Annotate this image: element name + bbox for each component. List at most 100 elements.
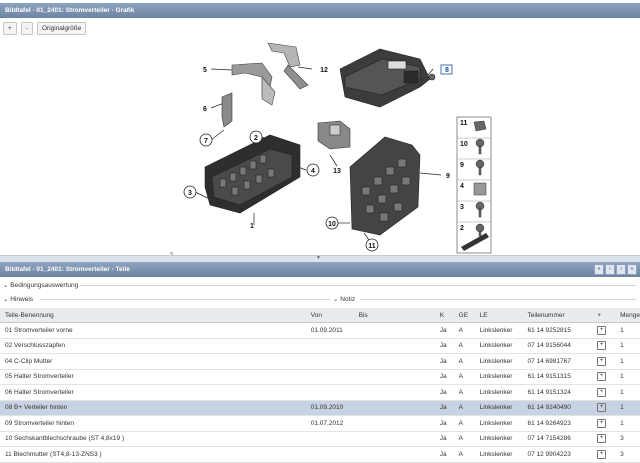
- col-add[interactable]: +: [592, 308, 616, 323]
- callout-4[interactable]: 4: [311, 168, 315, 175]
- cell-menge: 3: [615, 431, 640, 447]
- graphic-toolbar: + - Originalgröße: [3, 22, 87, 35]
- hint-toggle[interactable]: ⌄ Hinweis: [3, 295, 33, 303]
- cell-ge: A: [453, 338, 475, 354]
- cell-le: Linkslenker: [474, 415, 523, 432]
- callout-13[interactable]: 13: [333, 168, 341, 175]
- cell-nr: 61 14 9240490: [522, 400, 593, 416]
- cell-ge: A: [453, 353, 475, 370]
- cell-von: [305, 431, 354, 447]
- last-page-button[interactable]: »: [627, 264, 637, 275]
- cell-bis: [353, 415, 435, 432]
- condition-toggle[interactable]: ⌄ Bedingungsauswertung: [3, 281, 78, 289]
- parts-nav: « ‹ › »: [594, 264, 637, 275]
- callout-9[interactable]: 9: [446, 173, 450, 180]
- table-row[interactable]: 10 Sechskantblechschraube (ST 4,8x19 ) Ja…: [0, 431, 640, 447]
- add-to-cart-icon[interactable]: +: [597, 387, 607, 397]
- cell-bis: [353, 431, 435, 447]
- table-row[interactable]: 02 Verschlusszapfen Ja A Linkslenker 07 14 9…: [0, 338, 640, 354]
- zoom-out-button[interactable]: -: [20, 22, 33, 35]
- cell-name: 09 Stromverteiler hinten: [0, 415, 306, 432]
- add-to-cart-icon[interactable]: +: [597, 341, 607, 351]
- callout-5[interactable]: 5: [203, 67, 207, 74]
- cell-von: [305, 353, 354, 370]
- cell-ge: A: [453, 322, 475, 339]
- panel-splitter[interactable]: ▼: [0, 255, 640, 262]
- cell-k: Ja: [434, 415, 454, 432]
- callout-7[interactable]: 7: [204, 138, 208, 145]
- table-row[interactable]: 09 Stromverteiler hinten 01.07.2012 Ja A Lin…: [0, 415, 640, 432]
- col-von[interactable]: Von: [305, 308, 354, 323]
- legend-num-4: 4: [460, 183, 464, 190]
- cell-nr: 07 14 9156044: [522, 338, 593, 354]
- callout-2[interactable]: 2: [254, 135, 258, 142]
- cell-ge: A: [453, 431, 475, 447]
- callout-10[interactable]: 10: [328, 221, 336, 228]
- add-to-cart-icon[interactable]: +: [597, 356, 607, 366]
- cell-von: 01.09.2010: [305, 400, 354, 416]
- add-to-cart-icon[interactable]: +: [597, 403, 607, 413]
- clip-part-6: [221, 92, 233, 128]
- chevron-down-icon: ⌄: [3, 296, 9, 303]
- callout-12[interactable]: 12: [320, 67, 328, 74]
- table-row[interactable]: 04 C-Clip Mutter Ja A Linkslenker 07 14 6981…: [0, 353, 640, 370]
- next-page-button[interactable]: ›: [616, 264, 626, 275]
- cell-ge: A: [453, 384, 475, 401]
- original-size-button[interactable]: Originalgröße: [36, 22, 87, 35]
- cell-bis: [353, 384, 435, 401]
- add-to-cart-icon[interactable]: +: [597, 372, 607, 382]
- table-row[interactable]: 01 Stromverteiler vorne 01.09.2011 Ja A Link…: [0, 322, 640, 339]
- cell-nr: 61 14 9151315: [522, 369, 593, 385]
- add-to-cart-icon[interactable]: +: [597, 434, 607, 444]
- chevron-down-icon: ⌄: [3, 282, 9, 289]
- cell-von: [305, 446, 354, 463]
- callout-3[interactable]: 3: [188, 190, 192, 197]
- note-toggle[interactable]: ⌄ Notiz: [333, 295, 355, 303]
- table-row[interactable]: 08 B+ Verteiler hinten 01.09.2010 Ja A Links…: [0, 400, 640, 416]
- table-row[interactable]: 05 Halter Stromverteiler Ja A Linkslenker 61…: [0, 369, 640, 385]
- col-teilenummer[interactable]: Teilenummer: [522, 308, 593, 323]
- connector-part-13: [317, 120, 351, 150]
- col-menge[interactable]: Menge: [615, 308, 640, 323]
- col-le[interactable]: LE: [474, 308, 523, 323]
- cell-menge: 1: [615, 353, 640, 370]
- first-page-button[interactable]: «: [594, 264, 604, 275]
- legend-num-10: 10: [460, 141, 468, 148]
- cell-name: 06 Halter Stromverteiler: [0, 384, 306, 401]
- table-row[interactable]: 06 Halter Stromverteiler Ja A Linkslenker 61…: [0, 384, 640, 401]
- parts-diagram[interactable]: 1 2 3 4 5 6 7 8 9 10 11 12 13 11 10 9 4 …: [0, 37, 640, 256]
- cell-k: Ja: [434, 446, 454, 463]
- legend-num-11: 11: [460, 120, 468, 127]
- hint-label: Hinweis: [10, 296, 34, 303]
- cell-name: 08 B+ Verteiler hinten: [0, 400, 306, 416]
- prev-page-button[interactable]: ‹: [605, 264, 615, 275]
- col-bis[interactable]: Bis: [353, 308, 435, 323]
- cell-name: 05 Halter Stromverteiler: [0, 369, 306, 385]
- add-to-cart-icon[interactable]: +: [597, 325, 607, 335]
- col-k[interactable]: K: [434, 308, 454, 323]
- cell-name: 02 Verschlusszapfen: [0, 338, 306, 354]
- legend-num-3: 3: [460, 204, 464, 211]
- callout-8[interactable]: 8: [445, 67, 449, 74]
- cell-bis: [353, 338, 435, 354]
- cell-menge: 1: [615, 322, 640, 339]
- cell-add: +: [592, 338, 616, 354]
- cell-le: Linkslenker: [474, 384, 523, 401]
- cell-menge: 1: [615, 338, 640, 354]
- callout-6[interactable]: 6: [203, 106, 207, 113]
- cell-ge: A: [453, 446, 475, 463]
- cell-le: Linkslenker: [474, 446, 523, 463]
- table-row[interactable]: 11 Blechmutter (ST4,8-13-ZNS3 ) Ja A Linksl…: [0, 446, 640, 463]
- cell-nr: 61 14 9151324: [522, 384, 593, 401]
- parts-panel-title: Bildtafel - 01_2401: Stromverteiler - Te…: [0, 262, 640, 277]
- col-name[interactable]: Teile-Benennung: [0, 308, 306, 323]
- col-ge[interactable]: GE: [453, 308, 475, 323]
- add-to-cart-icon[interactable]: +: [597, 418, 607, 428]
- callout-11[interactable]: 11: [368, 243, 376, 250]
- callout-1[interactable]: 1: [250, 223, 254, 230]
- cell-ge: A: [453, 415, 475, 432]
- add-to-cart-icon[interactable]: +: [597, 449, 607, 459]
- cell-von: [305, 384, 354, 401]
- zoom-in-button[interactable]: +: [3, 22, 17, 35]
- collapse-icon[interactable]: ▼: [316, 255, 321, 261]
